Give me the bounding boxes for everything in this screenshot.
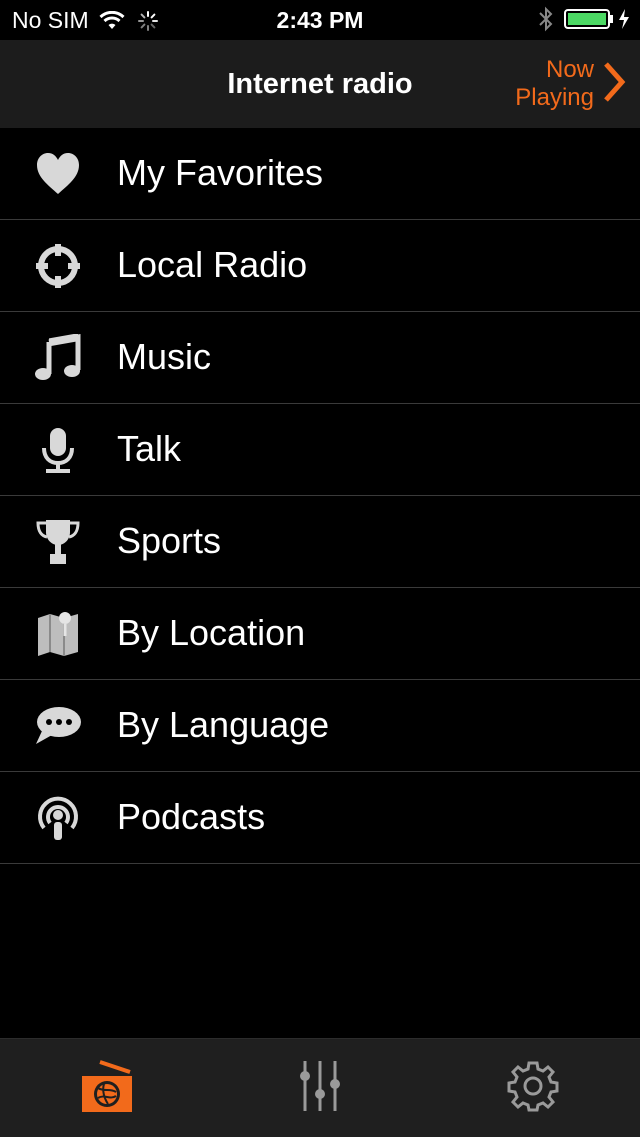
list-item-music[interactable]: Music [0,312,640,404]
podcast-icon [34,794,82,842]
list-item-by-language[interactable]: By Language [0,680,640,772]
list-item-label: By Location [117,612,306,653]
trophy-icon [34,518,82,566]
speech-bubble-icon [34,702,82,750]
list-item-label: My Favorites [117,152,324,193]
list-item-label: Talk [117,428,182,469]
tab-settings[interactable] [426,1039,640,1137]
music-note-icon [34,333,82,382]
category-list: My Favorites Local Radio Music Talk Spor… [0,128,640,864]
chevron-right-icon [602,60,626,109]
now-playing-line1: Now [545,56,594,83]
microphone-icon [34,426,82,474]
list-item-label: By Language [117,704,330,745]
list-item-my-favorites[interactable]: My Favorites [0,128,640,220]
tab-radio[interactable] [0,1039,213,1137]
list-item-label: Sports [117,520,222,561]
list-item-label: Music [117,336,212,377]
list-item-local-radio[interactable]: Local Radio [0,220,640,312]
list-item-label: Podcasts [117,796,266,837]
nav-bar: Internet radio Now Playing [0,40,640,128]
battery-icon [564,8,614,30]
list-item-label: Local Radio [117,244,308,285]
map-pin-icon [34,610,82,658]
crosshair-icon [34,242,82,290]
status-right [538,6,630,32]
now-playing-button[interactable]: Now Playing [515,56,626,112]
bluetooth-icon [538,6,554,32]
gear-icon [507,1060,559,1117]
list-item-by-location[interactable]: By Location [0,588,640,680]
charging-bolt-icon [618,8,630,30]
radio-icon [80,1058,134,1119]
list-item-talk[interactable]: Talk [0,404,640,496]
tab-bar [0,1038,640,1137]
status-bar: No SIM 2:43 PM [0,0,640,40]
equalizer-icon [297,1059,343,1118]
tab-equalizer[interactable] [213,1039,426,1137]
now-playing-line2: Playing [515,84,594,111]
heart-icon [34,150,82,198]
now-playing-label: Now Playing [515,56,594,112]
list-item-sports[interactable]: Sports [0,496,640,588]
list-item-podcasts[interactable]: Podcasts [0,772,640,864]
